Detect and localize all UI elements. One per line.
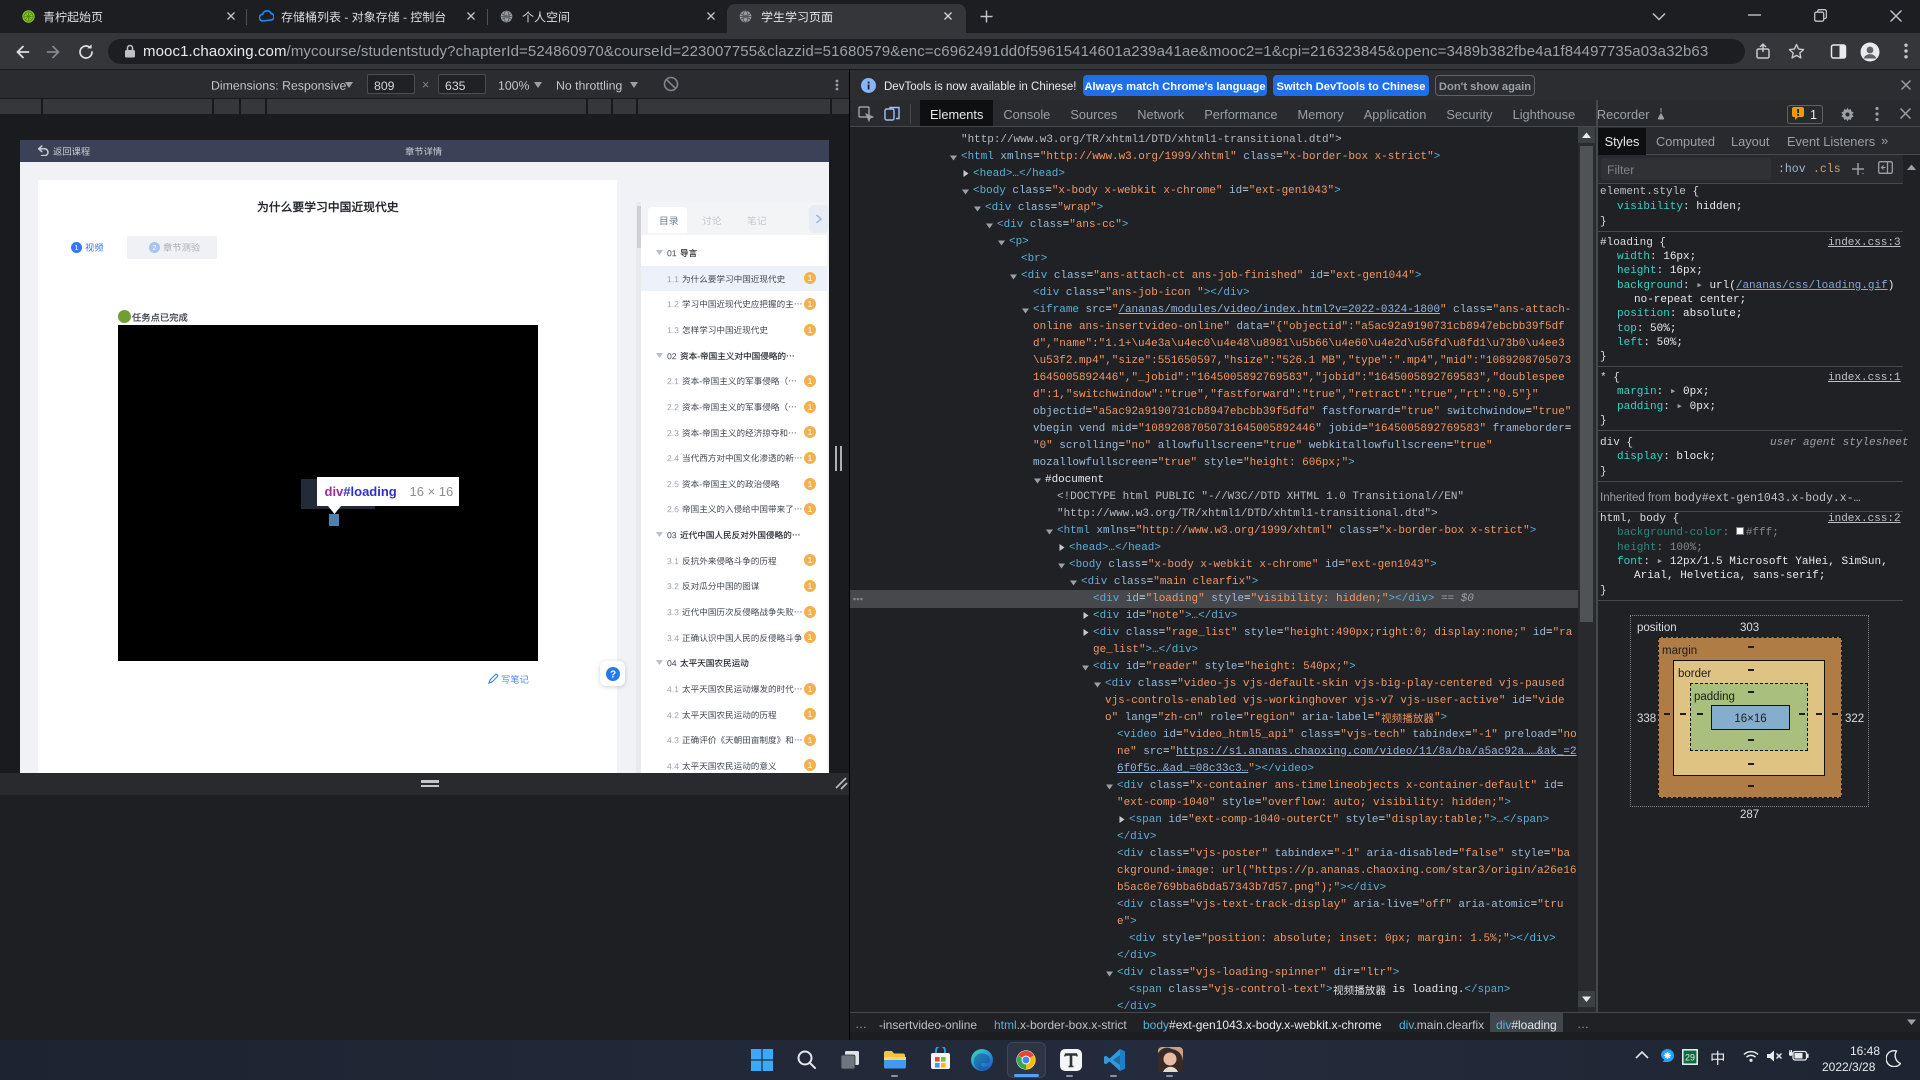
svg-text:1: 1 bbox=[808, 735, 813, 745]
svg-text:1: 1 bbox=[808, 555, 813, 565]
svg-text:1: 1 bbox=[74, 243, 78, 252]
svg-text:1: 1 bbox=[808, 427, 813, 437]
svg-text:1: 1 bbox=[808, 632, 813, 642]
svg-text:1: 1 bbox=[808, 709, 813, 719]
svg-text:1: 1 bbox=[808, 402, 813, 412]
svg-text:?: ? bbox=[609, 669, 615, 680]
svg-text:2: 2 bbox=[152, 243, 156, 252]
svg-text:1: 1 bbox=[808, 581, 813, 591]
svg-text:1: 1 bbox=[808, 299, 813, 309]
svg-text:1: 1 bbox=[808, 684, 813, 694]
svg-text:1: 1 bbox=[808, 273, 813, 283]
svg-text:1: 1 bbox=[808, 760, 813, 770]
svg-text:1: 1 bbox=[808, 376, 813, 386]
svg-text:1: 1 bbox=[808, 325, 813, 335]
svg-text:1: 1 bbox=[808, 479, 813, 489]
svg-text:1: 1 bbox=[808, 607, 813, 617]
svg-text:1: 1 bbox=[808, 453, 813, 463]
svg-text:1: 1 bbox=[808, 504, 813, 514]
svg-text:29: 29 bbox=[1685, 1053, 1695, 1063]
